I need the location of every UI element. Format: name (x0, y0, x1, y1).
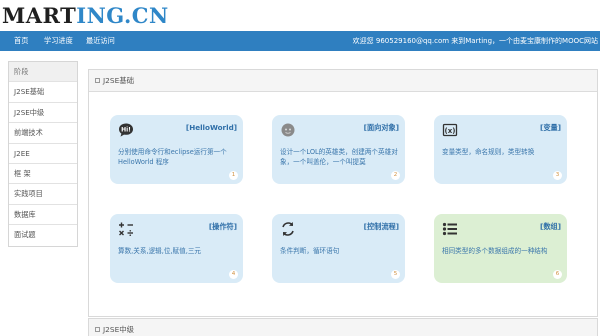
card-number-badge: 6 (553, 270, 562, 279)
logo-text-blue: ING.CN (76, 3, 169, 28)
panel-title: J2SE基础 (103, 76, 135, 85)
site-logo[interactable]: MARTING.CN (2, 4, 169, 28)
svg-text:Hi!: Hi! (121, 127, 131, 134)
welcome-message: 欢迎您 960529160@qq.com 来到Marting，一个由麦宝康制作的… (352, 37, 598, 45)
panel-heading[interactable]: J2SE中级 (89, 319, 597, 336)
logo-text-dark: MART (2, 3, 77, 28)
sidebar-item-framework[interactable]: 框 架 (9, 164, 77, 185)
sidebar-item-interview[interactable]: 面试题 (9, 225, 77, 245)
sidebar-header: 阶段 (9, 62, 77, 83)
variable-x-icon: (x) (442, 123, 458, 137)
panel-body: Hi! [HelloWorld] 分别使用命令行和eclipse运行第一个Hel… (89, 92, 597, 316)
sidebar-item-database[interactable]: 数据库 (9, 205, 77, 226)
sidebar-item-j2se-basic[interactable]: J2SE基础 (9, 82, 77, 103)
collapse-toggle-icon (95, 326, 100, 332)
panel-j2se-intermediate: J2SE中级 (88, 318, 598, 336)
collapse-toggle-icon (95, 77, 100, 83)
course-card-helloworld[interactable]: Hi! [HelloWorld] 分别使用命令行和eclipse运行第一个Hel… (110, 115, 243, 184)
card-description: 设计一个LOL的英雄类，创建两个英雄对象，一个叫盖伦，一个叫提莫 (280, 148, 398, 166)
card-description: 条件判断，循环语句 (280, 247, 340, 255)
course-card-arrays[interactable]: [数组] 相同类型的多个数据组成的一种结构 6 (434, 214, 567, 283)
sidebar-item-j2se-intermediate[interactable]: J2SE中级 (9, 103, 77, 124)
sidebar-item-j2ee[interactable]: J2EE (9, 144, 77, 164)
stage-sidebar: 阶段 J2SE基础 J2SE中级 前端技术 J2EE 框 架 实践项目 数据库 … (8, 61, 78, 247)
svg-text:(x): (x) (445, 127, 456, 135)
list-icon (442, 222, 457, 236)
sidebar-item-frontend[interactable]: 前端技术 (9, 123, 77, 144)
panel-title: J2SE中级 (103, 325, 135, 334)
card-number-badge: 1 (229, 171, 238, 180)
course-card-oop[interactable]: [面向对象] 设计一个LOL的英雄类，创建两个英雄对象，一个叫盖伦，一个叫提莫 … (272, 115, 405, 184)
hi-chat-icon: Hi! (119, 123, 133, 137)
card-number-badge: 5 (391, 270, 400, 279)
card-number-badge: 3 (553, 171, 562, 180)
card-description: 算数,关系,逻辑,位,赋值,三元 (118, 247, 202, 255)
course-card-control-flow[interactable]: [控制流程] 条件判断，循环语句 5 (272, 214, 405, 283)
nav-progress-link[interactable]: 学习进度 (44, 31, 73, 51)
hero-avatar-icon (281, 123, 295, 137)
card-title: [控制流程] (363, 222, 399, 231)
course-card-variables[interactable]: (x) [变量] 变量类型，命名规则，类型转换 3 (434, 115, 567, 184)
card-number-badge: 2 (391, 171, 400, 180)
card-title: [HelloWorld] (185, 123, 237, 132)
panel-j2se-basic: J2SE基础 Hi! [HelloWorld] 分别使用命令行和eclipse运… (88, 69, 598, 317)
course-card-operators[interactable]: [操作符] 算数,关系,逻辑,位,赋值,三元 4 (110, 214, 243, 283)
card-description: 相同类型的多个数据组成的一种结构 (442, 247, 548, 255)
card-title: [数组] (540, 222, 561, 231)
card-title: [操作符] (208, 222, 237, 231)
nav-home-link[interactable]: 首页 (14, 31, 28, 51)
card-title: [面向对象] (363, 123, 399, 132)
nav-recent-link[interactable]: 最近访问 (86, 31, 115, 51)
card-title: [变量] (540, 123, 561, 132)
card-description: 变量类型，命名规则，类型转换 (442, 148, 535, 156)
calculator-icon (119, 222, 133, 236)
panel-heading[interactable]: J2SE基础 (89, 70, 597, 92)
sidebar-item-projects[interactable]: 实践项目 (9, 184, 77, 205)
card-number-badge: 4 (229, 270, 238, 279)
card-description: 分别使用命令行和eclipse运行第一个HelloWorld 程序 (118, 148, 227, 166)
refresh-arrows-icon (282, 222, 294, 236)
top-navbar: 首页 学习进度 最近访问 欢迎您 960529160@qq.com 来到Mart… (0, 31, 600, 51)
